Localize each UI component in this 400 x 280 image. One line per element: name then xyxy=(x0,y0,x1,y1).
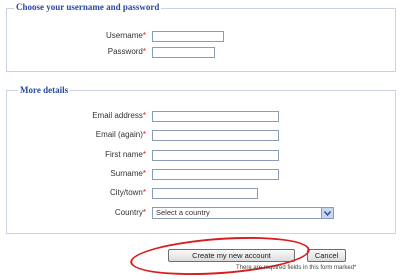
first-name-label: First name* xyxy=(105,150,146,159)
username-label: Username* xyxy=(105,31,146,40)
password-field[interactable] xyxy=(152,47,215,58)
country-select[interactable]: Select a country xyxy=(152,207,334,219)
email-label: Email address* xyxy=(92,111,146,120)
surname-label: Surname* xyxy=(110,169,146,178)
cancel-button[interactable]: Cancel xyxy=(307,249,346,262)
details-legend: More details xyxy=(18,85,71,95)
email-field[interactable] xyxy=(152,111,279,122)
country-label: Country* xyxy=(114,208,146,217)
surname-field[interactable] xyxy=(152,169,279,180)
account-legend: Choose your username and password xyxy=(14,2,162,12)
city-field[interactable] xyxy=(152,188,258,199)
first-name-field[interactable] xyxy=(152,150,279,161)
email-again-label: Email (again)* xyxy=(95,130,146,139)
email-again-field[interactable] xyxy=(152,130,279,141)
password-label: Password* xyxy=(107,47,146,56)
country-select-value: Select a country xyxy=(156,208,210,217)
required-fields-note: There are required fields in this form m… xyxy=(236,265,357,271)
chevron-down-icon[interactable] xyxy=(321,208,333,218)
create-account-button[interactable]: Create my new account xyxy=(168,249,295,262)
username-field[interactable] xyxy=(152,31,224,42)
city-label: City/town* xyxy=(109,188,146,197)
